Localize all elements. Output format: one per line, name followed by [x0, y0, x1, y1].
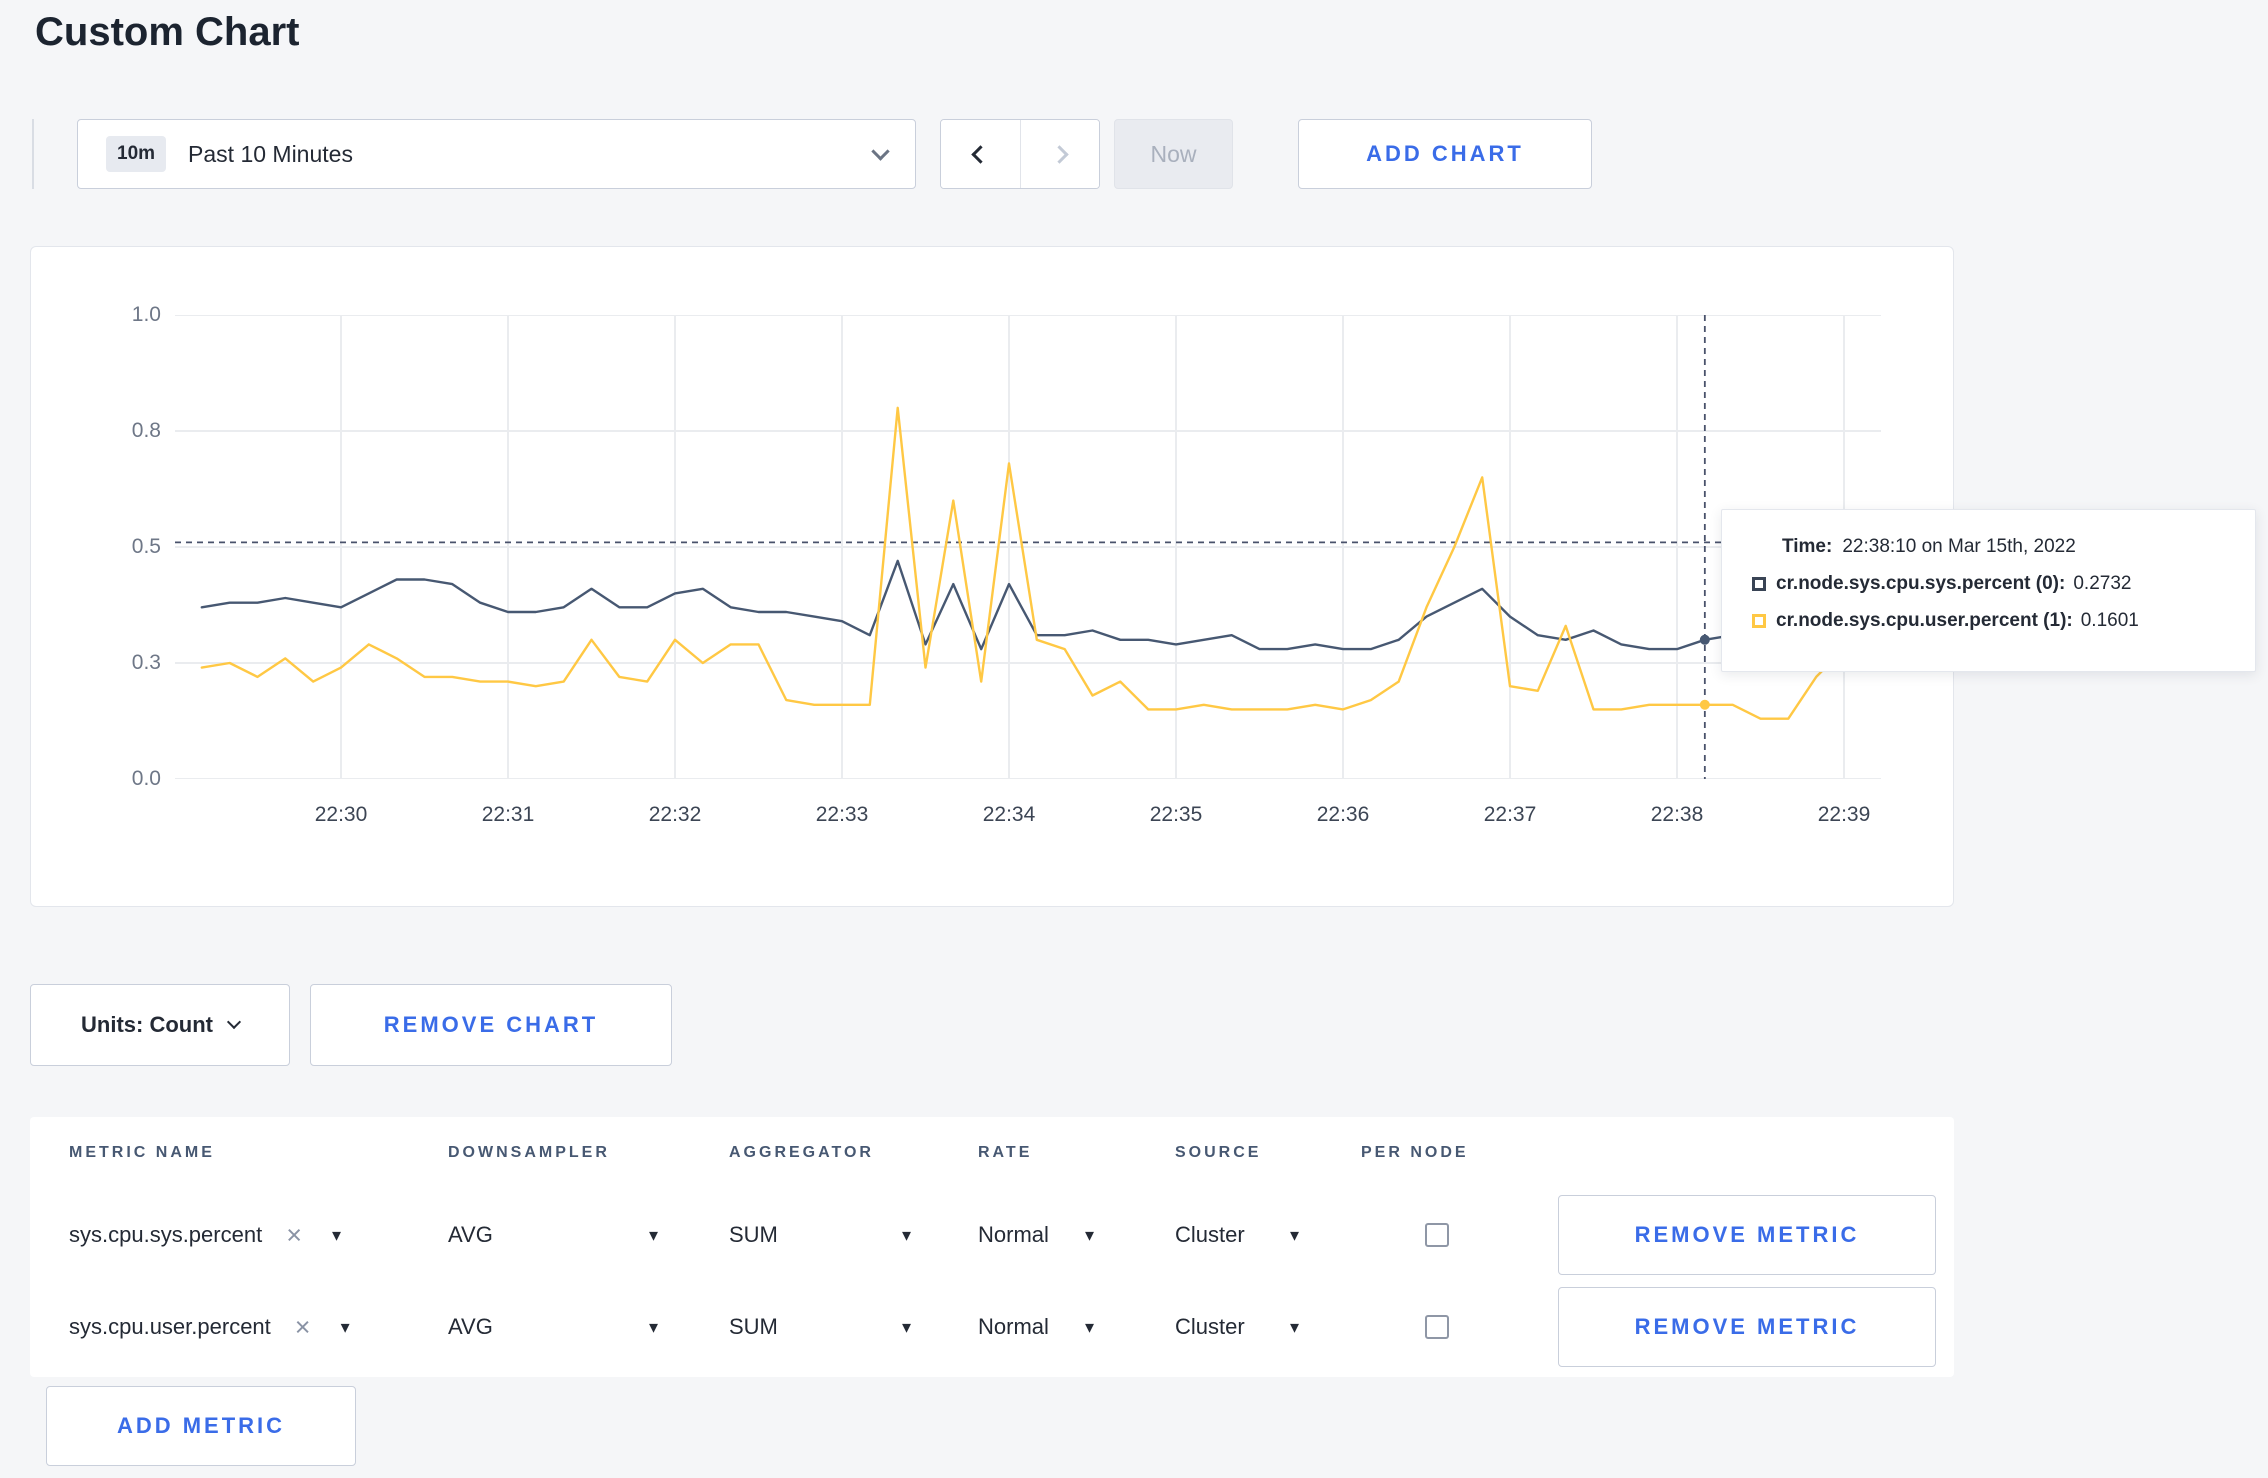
col-header-per-node: PER NODE [1361, 1144, 1469, 1161]
per-node-checkbox[interactable] [1425, 1223, 1449, 1247]
remove-metric-button[interactable]: REMOVE METRIC [1558, 1195, 1936, 1275]
x-axis-tick-label: 22:32 [648, 803, 702, 826]
table-row: sys.cpu.sys.percent × ▾ AVG ▾ SUM ▾ Norm… [30, 1189, 1954, 1281]
source-value: Cluster [1175, 1222, 1245, 1247]
rate-value: Normal [978, 1222, 1049, 1247]
downsampler-select[interactable]: AVG ▾ [448, 1222, 658, 1248]
time-range-badge: 10m [106, 136, 167, 172]
x-axis-tick-label: 22:34 [982, 803, 1036, 826]
custom-chart-page: Custom Chart 10m Past 10 Minutes Now ADD… [0, 0, 2268, 1478]
y-axis-tick-label: 0.5 [131, 535, 161, 558]
tooltip-series-label: cr.node.sys.cpu.user.percent (1): [1776, 610, 2073, 631]
x-axis-tick-label: 22:31 [481, 803, 535, 826]
caret-down-icon: ▾ [1289, 1317, 1299, 1337]
metric-name-value: sys.cpu.user.percent [69, 1314, 271, 1339]
now-button[interactable]: Now [1114, 119, 1233, 189]
chart-card: 0.0 0.3 0.5 0.8 1.0 22:30 22:31 22:32 22:33 22:34… [30, 246, 1954, 907]
col-header-aggregator: AGGREGATOR [729, 1144, 874, 1161]
caret-down-icon: ▾ [1289, 1225, 1299, 1245]
chevron-down-icon [226, 1014, 242, 1030]
tooltip-time: Time: 22:38:10 on Mar 15th, 2022 [1782, 536, 2255, 558]
rate-select[interactable]: Normal ▾ [978, 1222, 1094, 1248]
y-axis-tick-label: 0.3 [131, 651, 161, 674]
caret-down-icon: ▾ [901, 1225, 911, 1245]
next-range-button[interactable] [1020, 120, 1099, 188]
user-series-swatch-icon [1752, 614, 1766, 628]
x-axis-tick-label: 22:37 [1483, 803, 1537, 826]
source-select[interactable]: Cluster ▾ [1175, 1222, 1299, 1248]
add-chart-button[interactable]: ADD CHART [1298, 119, 1592, 189]
metric-name-select[interactable]: sys.cpu.sys.percent × ▾ [69, 1221, 448, 1249]
tooltip-series-row: cr.node.sys.cpu.user.percent (1): 0.1601 [1752, 610, 2255, 632]
downsampler-value: AVG [448, 1314, 493, 1339]
y-axis-tick-label: 0.8 [131, 419, 161, 442]
metric-name-value: sys.cpu.sys.percent [69, 1222, 263, 1247]
time-range-label: Past 10 Minutes [188, 140, 353, 167]
downsampler-value: AVG [448, 1222, 493, 1247]
x-axis-tick-label: 22:36 [1316, 803, 1370, 826]
add-metric-button[interactable]: ADD METRIC [46, 1386, 356, 1466]
metrics-table: METRIC NAME DOWNSAMPLER AGGREGATOR RATE … [30, 1117, 1954, 1377]
y-axis-tick-label: 0.0 [131, 767, 161, 790]
table-row: sys.cpu.user.percent × ▾ AVG ▾ SUM ▾ Nor… [30, 1281, 1954, 1373]
x-axis-tick-label: 22:33 [815, 803, 869, 826]
aggregator-select[interactable]: SUM ▾ [729, 1314, 911, 1340]
caret-down-icon[interactable]: ▾ [341, 1318, 350, 1336]
col-header-source: SOURCE [1175, 1144, 1262, 1161]
rate-select[interactable]: Normal ▾ [978, 1314, 1094, 1340]
col-header-rate: RATE [978, 1144, 1033, 1161]
x-axis-tick-label: 22:30 [314, 803, 368, 826]
chevron-down-icon [871, 141, 890, 161]
x-axis-tick-label: 22:38 [1650, 803, 1704, 826]
caret-down-icon: ▾ [901, 1317, 911, 1337]
aggregator-value: SUM [729, 1222, 778, 1247]
downsampler-select[interactable]: AVG ▾ [448, 1314, 658, 1340]
sys-series-swatch-icon [1752, 577, 1766, 591]
source-select[interactable]: Cluster ▾ [1175, 1314, 1299, 1340]
remove-metric-button[interactable]: REMOVE METRIC [1558, 1287, 1936, 1367]
remove-chart-button[interactable]: REMOVE CHART [310, 984, 672, 1066]
units-dropdown[interactable]: Units: Count [30, 984, 290, 1066]
tooltip-series-label: cr.node.sys.cpu.sys.percent (0): [1776, 573, 2066, 594]
y-axis-tick-label: 1.0 [131, 303, 161, 326]
source-value: Cluster [1175, 1314, 1245, 1339]
aggregator-select[interactable]: SUM ▾ [729, 1222, 911, 1248]
tooltip-series-row: cr.node.sys.cpu.sys.percent (0): 0.2732 [1752, 573, 2255, 595]
toolbar-divider [32, 119, 34, 189]
caret-down-icon[interactable]: ▾ [332, 1226, 341, 1244]
prev-range-button[interactable] [941, 120, 1021, 188]
chart-plot[interactable] [175, 315, 1881, 779]
time-step-buttons [940, 119, 1100, 189]
chart-tooltip: Time: 22:38:10 on Mar 15th, 2022 cr.node.… [1721, 509, 2256, 672]
tooltip-series-value: 0.2732 [2073, 573, 2132, 594]
clear-metric-icon[interactable]: × [286, 1221, 302, 1249]
rate-value: Normal [978, 1314, 1049, 1339]
aggregator-value: SUM [729, 1314, 778, 1339]
chevron-right-icon [1050, 144, 1069, 164]
page-title: Custom Chart [35, 10, 300, 54]
x-axis-tick-label: 22:39 [1817, 803, 1871, 826]
caret-down-icon: ▾ [1084, 1225, 1094, 1245]
clear-metric-icon[interactable]: × [295, 1313, 311, 1341]
caret-down-icon: ▾ [1084, 1317, 1094, 1337]
table-header-row: METRIC NAME DOWNSAMPLER AGGREGATOR RATE … [30, 1117, 1954, 1189]
caret-down-icon: ▾ [648, 1225, 658, 1245]
tooltip-time-value: 22:38:10 on Mar 15th, 2022 [1842, 536, 2076, 557]
caret-down-icon: ▾ [648, 1317, 658, 1337]
col-header-metric-name: METRIC NAME [69, 1144, 215, 1161]
metric-name-select[interactable]: sys.cpu.user.percent × ▾ [69, 1313, 448, 1341]
tooltip-time-label: Time: [1782, 536, 1833, 557]
units-label: Units: Count [81, 1012, 213, 1037]
tooltip-series-value: 0.1601 [2080, 610, 2139, 631]
x-axis-tick-label: 22:35 [1149, 803, 1203, 826]
chevron-left-icon [971, 144, 990, 164]
per-node-checkbox[interactable] [1425, 1315, 1449, 1339]
time-range-dropdown[interactable]: 10m Past 10 Minutes [77, 119, 916, 189]
col-header-downsampler: DOWNSAMPLER [448, 1144, 610, 1161]
